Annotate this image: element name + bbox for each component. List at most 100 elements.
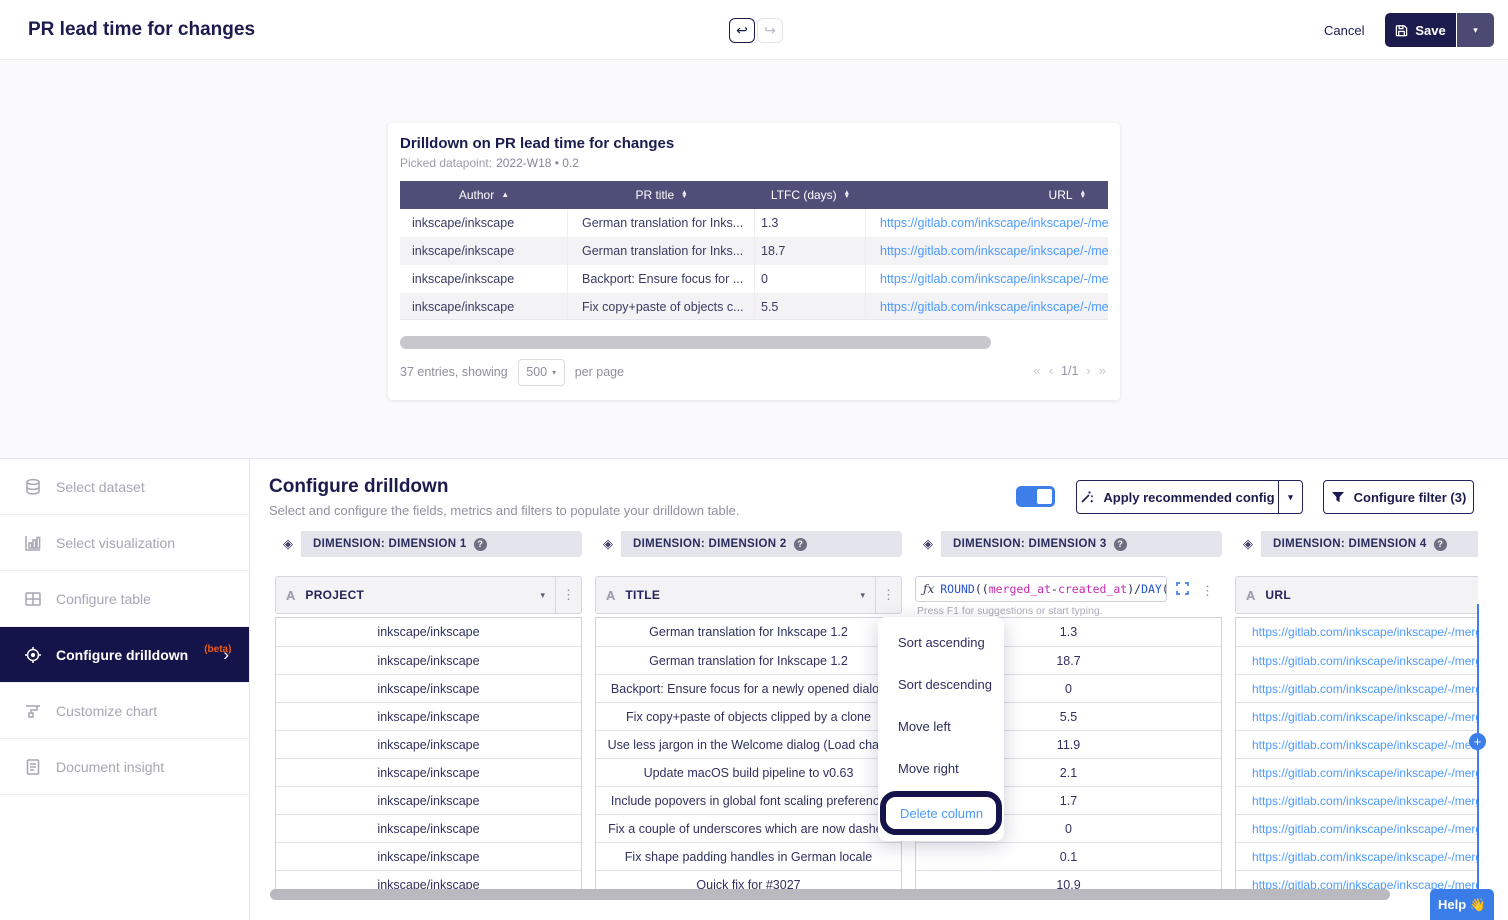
cancel-button[interactable]: Cancel: [1324, 23, 1364, 38]
url-link[interactable]: https://gitlab.com/inkscape/inkscape/-/m…: [1252, 794, 1478, 808]
apply-config-dropdown-button[interactable]: ▾: [1278, 480, 1303, 514]
last-page-icon[interactable]: »: [1099, 363, 1106, 378]
column-menu-button[interactable]: ⋮: [1201, 583, 1222, 614]
horizontal-scrollbar[interactable]: [400, 336, 991, 349]
sidebar-item-document-insight[interactable]: Document insight: [0, 739, 249, 795]
sort-icon[interactable]: ▲▼: [844, 191, 850, 199]
url-link[interactable]: https://gitlab.com/inkscape/inkscape/-/m…: [1252, 738, 1478, 752]
dimension-label: DIMENSION: DIMENSION 4: [1273, 538, 1427, 550]
cell-pr-title: Fix copy+paste of objects c...: [568, 293, 755, 320]
grid-cell-project: inkscape/inkscape: [276, 814, 581, 842]
horizontal-scrollbar[interactable]: [270, 889, 1390, 900]
url-link[interactable]: https://gitlab.com/inkscape/inkscape/-/m…: [1252, 766, 1478, 780]
top-bar: PR lead time for changes ↩ ↪ Cancel Save…: [0, 0, 1508, 60]
column-menu-button[interactable]: ⋮: [876, 576, 902, 614]
menu-item-sort-descending[interactable]: Sort descending: [878, 663, 1004, 705]
dimension-band: ◈ DIMENSION: DIMENSION 1 ?: [275, 531, 582, 557]
sort-icon[interactable]: ▲: [501, 191, 509, 199]
sidebar-item-configure-table[interactable]: Configure table: [0, 571, 249, 627]
column-context-menu: Sort ascendingSort descendingMove leftMo…: [878, 617, 1004, 841]
column-header-url[interactable]: URL ▲▼: [866, 181, 1108, 209]
sidebar-item-configure-drilldown[interactable]: Configure drilldown(beta) ›: [0, 627, 249, 683]
next-page-icon[interactable]: ›: [1086, 363, 1090, 378]
field-label: PROJECT: [305, 588, 364, 602]
cell-url: https://gitlab.com/inkscape/inkscape/-/m…: [866, 265, 1108, 293]
highlight-ring: Delete column: [880, 791, 1002, 835]
menu-item-move-right[interactable]: Move right: [878, 747, 1004, 789]
grid-cell-project: inkscape/inkscape: [276, 842, 581, 870]
help-icon[interactable]: ?: [474, 538, 487, 551]
help-icon[interactable]: ?: [1434, 538, 1447, 551]
card-title: Drilldown on PR lead time for changes: [400, 135, 674, 152]
redo-button[interactable]: ↪: [757, 18, 783, 43]
document-icon: [24, 758, 42, 776]
expand-formula-icon[interactable]: [1176, 582, 1189, 614]
drilldown-enabled-toggle[interactable]: [1016, 486, 1055, 507]
add-column-button[interactable]: +: [1469, 733, 1486, 750]
formula-token: (: [1162, 582, 1167, 596]
url-link[interactable]: https://gitlab.com/inkscape/inkscape/-/m…: [880, 300, 1108, 314]
help-button[interactable]: Help 👋: [1430, 889, 1494, 920]
url-link[interactable]: https://gitlab.com/inkscape/inkscape/-/m…: [880, 216, 1108, 230]
grid-cell-title: Backport: Ensure focus for a newly opene…: [596, 674, 901, 702]
sort-icon[interactable]: ▲▼: [1080, 191, 1086, 199]
help-icon[interactable]: ?: [794, 538, 807, 551]
field-select-title[interactable]: A TITLE ▾: [595, 576, 876, 614]
dimension-column-2: ◈ DIMENSION: DIMENSION 2 ? A TITLE ▾ ⋮ G…: [595, 531, 902, 898]
formula-expression: ROUND((merged_at-created_at)/DAY(: [940, 582, 1167, 596]
url-link[interactable]: https://gitlab.com/inkscape/inkscape/-/m…: [880, 272, 1108, 286]
table-row: inkscape/inkscapeGerman translation for …: [400, 209, 1108, 237]
url-link[interactable]: https://gitlab.com/inkscape/inkscape/-/m…: [1252, 822, 1478, 836]
drilldown-table: Author▲PR title▲▼LTFC (days)▲▼ URL ▲▼ inks…: [400, 181, 1108, 320]
menu-item-delete-column[interactable]: Delete column: [886, 797, 996, 829]
sidebar-item-label: Configure table: [56, 591, 151, 607]
save-dropdown-button[interactable]: ▾: [1457, 13, 1494, 47]
kebab-icon: ⋮: [882, 587, 895, 603]
menu-item-move-left[interactable]: Move left: [878, 705, 1004, 747]
sidebar-item-customize-chart[interactable]: Customize chart: [0, 683, 249, 739]
grid-cell-url: https://gitlab.com/inkscape/inkscape/-/m…: [1236, 702, 1478, 730]
column-header-pr-title[interactable]: PR title▲▼: [568, 181, 755, 209]
url-link[interactable]: https://gitlab.com/inkscape/inkscape/-/m…: [1252, 850, 1478, 864]
grid-cell-title: Fix shape padding handles in German loca…: [596, 842, 901, 870]
url-link[interactable]: https://gitlab.com/inkscape/inkscape/-/m…: [1252, 710, 1478, 724]
grid-cell-project: inkscape/inkscape: [276, 758, 581, 786]
chevron-down-icon: ▾: [1288, 492, 1293, 503]
steps-sidebar: Select dataset Select visualization Conf…: [0, 459, 250, 920]
help-icon[interactable]: ?: [1114, 538, 1127, 551]
grid-column-project: inkscape/inkscapeinkscape/inkscapeinksca…: [275, 617, 582, 898]
save-button[interactable]: Save: [1385, 13, 1456, 47]
url-link[interactable]: https://gitlab.com/inkscape/inkscape/-/m…: [1252, 682, 1478, 696]
dimension-diamond-icon: ◈: [275, 531, 301, 557]
grid-cell-url: https://gitlab.com/inkscape/inkscape/-/m…: [1236, 814, 1478, 842]
save-icon: [1395, 24, 1408, 37]
sidebar-item-select-dataset[interactable]: Select dataset: [0, 459, 249, 515]
field-select-url[interactable]: A URL: [1235, 576, 1478, 614]
configure-filter-button[interactable]: Configure filter (3): [1323, 480, 1474, 514]
first-page-icon[interactable]: «: [1033, 363, 1040, 378]
column-header-ltfc-days[interactable]: LTFC (days)▲▼: [755, 181, 866, 209]
formula-token: )/: [1127, 582, 1141, 596]
filter-funnel-icon: [1331, 491, 1345, 504]
menu-item-sort-ascending[interactable]: Sort ascending: [878, 621, 1004, 663]
column-header-label: URL: [1049, 188, 1073, 202]
formula-row: ƒx ROUND((merged_at-created_at)/DAY( × ⋮…: [915, 576, 1222, 614]
grid-cell-value: 0.1: [916, 842, 1221, 870]
undo-button[interactable]: ↩: [729, 18, 755, 43]
undo-icon: ↩: [736, 22, 748, 39]
table-body: inkscape/inkscapeGerman translation for …: [400, 209, 1108, 320]
sort-icon[interactable]: ▲▼: [681, 191, 687, 199]
sidebar-item-select-visualization[interactable]: Select visualization: [0, 515, 249, 571]
prev-page-icon[interactable]: ‹: [1049, 363, 1053, 378]
field-select-project[interactable]: A PROJECT ▾: [275, 576, 556, 614]
url-link[interactable]: https://gitlab.com/inkscape/inkscape/-/m…: [1252, 654, 1478, 668]
grid-cell-title: Include popovers in global font scaling …: [596, 786, 901, 814]
url-link[interactable]: https://gitlab.com/inkscape/inkscape/-/m…: [1252, 625, 1478, 639]
formula-input[interactable]: ƒx ROUND((merged_at-created_at)/DAY( ×: [915, 576, 1167, 602]
cell-author: inkscape/inkscape: [400, 209, 568, 237]
page-size-select[interactable]: 500▾: [518, 359, 565, 386]
column-menu-button[interactable]: ⋮: [556, 576, 582, 614]
column-header-author[interactable]: Author▲: [400, 181, 568, 209]
apply-recommended-config-button[interactable]: Apply recommended config: [1076, 480, 1279, 514]
url-link[interactable]: https://gitlab.com/inkscape/inkscape/-/m…: [880, 244, 1108, 258]
